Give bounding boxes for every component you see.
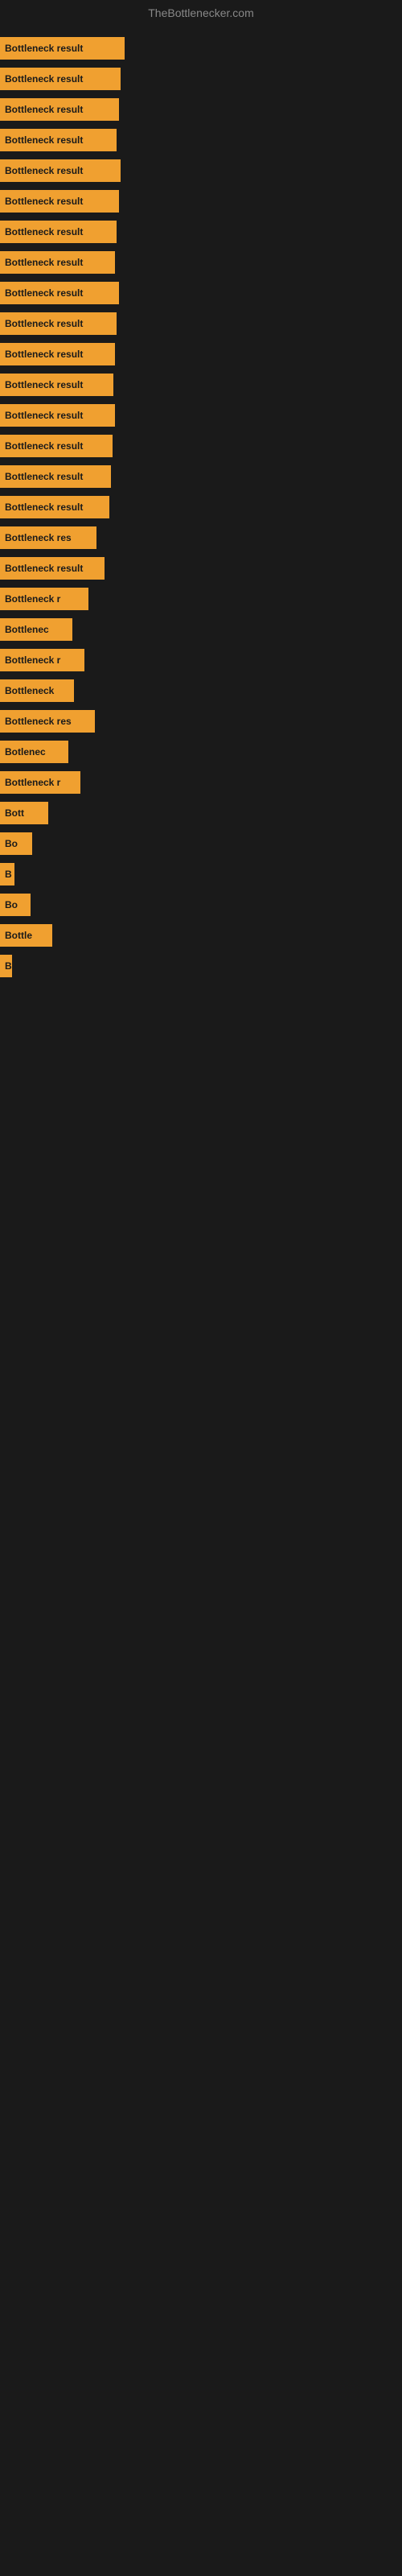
bar-row: Bottleneck result [0,217,402,246]
bar-label: Bottleneck result [5,410,83,421]
bar-label: Bottleneck result [5,471,83,482]
bar-row: Bottleneck result [0,309,402,338]
bar-label: Bottleneck result [5,379,83,390]
bottleneck-bar: Bottleneck r [0,588,88,610]
bar-label: Bottleneck result [5,134,83,146]
bottleneck-bar: Bottle [0,924,52,947]
bar-row: Bottleneck result [0,401,402,430]
bottleneck-bar: Bottleneck r [0,649,84,671]
bottleneck-bar: Bottleneck result [0,435,113,457]
bottleneck-bar: Botlenec [0,741,68,763]
bottleneck-bar: Bottleneck result [0,190,119,213]
bar-row: Bottleneck r [0,768,402,797]
bar-row: Bottleneck r [0,646,402,675]
bottleneck-bar: Bottleneck result [0,251,115,274]
bottleneck-bar: Bottlenec [0,618,72,641]
bar-label: Bottleneck result [5,440,83,452]
bottleneck-bar: Bottleneck result [0,129,117,151]
bottleneck-bar: B [0,955,12,977]
bar-row: Bottleneck result [0,431,402,460]
bar-label: Bottleneck result [5,502,83,513]
bar-row: Bottleneck res [0,523,402,552]
bar-label: Bottleneck result [5,287,83,299]
bar-label: B [5,869,12,880]
bar-label: Bottleneck res [5,716,72,727]
bar-row: Bo [0,829,402,858]
bar-label: Bottleneck result [5,318,83,329]
bar-label: Bottlenec [5,624,49,635]
bar-row: Botlenec [0,737,402,766]
bar-label: Bottleneck res [5,532,72,543]
bar-label: Bottleneck result [5,43,83,54]
bar-row: Bottleneck result [0,126,402,155]
bar-label: Bottle [5,930,32,941]
bottleneck-bar: Bottleneck result [0,465,111,488]
site-title: TheBottlenecker.com [0,0,402,26]
bottleneck-bar: Bottleneck result [0,37,125,60]
bottleneck-bar: Bottleneck result [0,496,109,518]
bar-row: Bottlenec [0,615,402,644]
bar-row: Bottleneck result [0,493,402,522]
bar-label: Bottleneck result [5,226,83,237]
bar-row: Bottleneck r [0,584,402,613]
bar-row: Bottleneck result [0,340,402,369]
bottleneck-bar: Bottleneck result [0,159,121,182]
bottleneck-bar: Bottleneck result [0,343,115,365]
bottleneck-bar: Bottleneck r [0,771,80,794]
bar-label: Bottleneck [5,685,54,696]
bar-label: Bottleneck result [5,257,83,268]
bar-label: Bottleneck result [5,563,83,574]
bottleneck-bar: Bottleneck result [0,557,105,580]
bar-label: Bottleneck r [5,777,60,788]
bottleneck-bar: Bo [0,832,32,855]
bar-row: Bottleneck result [0,95,402,124]
bottleneck-bar: B [0,863,14,886]
bar-row: Bottleneck result [0,248,402,277]
bar-row: Bottleneck result [0,279,402,308]
bar-row: Bottleneck res [0,707,402,736]
bar-row: Bottleneck result [0,156,402,185]
bar-row: Bott [0,799,402,828]
bottleneck-bar: Bottleneck res [0,710,95,733]
bar-label: B [5,960,12,972]
bar-row: Bottle [0,921,402,950]
bottleneck-bar: Bottleneck result [0,404,115,427]
bar-label: Bottleneck result [5,73,83,85]
bottleneck-bar: Bottleneck result [0,282,119,304]
bars-container: Bottleneck result Bottleneck result Bottle… [0,26,402,1570]
bottleneck-bar: Bottleneck result [0,312,117,335]
bottleneck-bar: Bottleneck result [0,98,119,121]
bar-row: Bottleneck [0,676,402,705]
bar-label: Bo [5,899,18,910]
bar-label: Bottleneck r [5,654,60,666]
bottleneck-bar: Bottleneck res [0,526,96,549]
bar-row: Bottleneck result [0,554,402,583]
bar-label: Botlenec [5,746,46,758]
bottleneck-bar: Bottleneck result [0,68,121,90]
bar-label: Bottleneck result [5,104,83,115]
bar-label: Bottleneck result [5,196,83,207]
bar-row: B [0,860,402,889]
bar-label: Bottleneck result [5,349,83,360]
bottleneck-bar: Bo [0,894,31,916]
bar-label: Bo [5,838,18,849]
bar-row: Bottleneck result [0,187,402,216]
bar-row: B [0,952,402,980]
bar-row: Bottleneck result [0,64,402,93]
bar-row: Bottleneck result [0,462,402,491]
bottleneck-bar: Bottleneck [0,679,74,702]
bar-label: Bottleneck r [5,593,60,605]
bottleneck-bar: Bottleneck result [0,374,113,396]
bar-label: Bott [5,807,24,819]
bar-row: Bottleneck result [0,370,402,399]
bottleneck-bar: Bott [0,802,48,824]
bar-row: Bo [0,890,402,919]
site-header: TheBottlenecker.com [0,0,402,26]
bar-row: Bottleneck result [0,34,402,63]
bar-label: Bottleneck result [5,165,83,176]
bottleneck-bar: Bottleneck result [0,221,117,243]
